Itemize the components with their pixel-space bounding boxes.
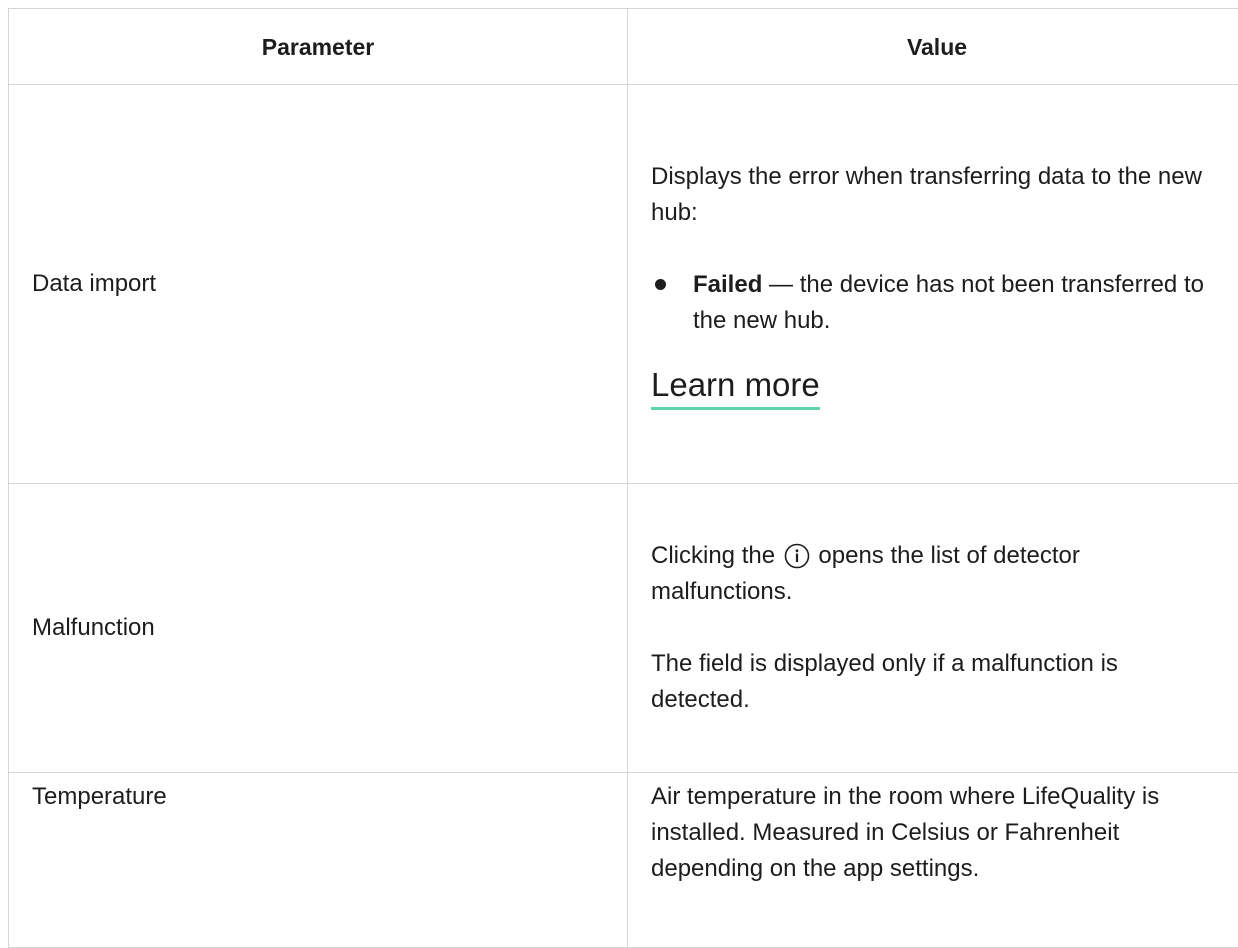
bullet-dot-icon bbox=[655, 279, 666, 290]
table-header-row: Parameter Value bbox=[9, 9, 1238, 85]
value-cell-data-import: Displays the error when transferring dat… bbox=[628, 85, 1238, 484]
column-header-value: Value bbox=[628, 9, 1238, 85]
value-cell-temperature: Air temperature in the room where LifeQu… bbox=[628, 773, 1238, 948]
bullet-status-label: Failed bbox=[693, 271, 762, 298]
value-cell-malfunction: Clicking the opens the list of detector … bbox=[628, 484, 1238, 773]
text-before-icon: Clicking the bbox=[651, 542, 782, 569]
param-cell-data-import: Data import bbox=[9, 85, 628, 484]
parameters-table: Parameter Value Data import Displays the… bbox=[8, 8, 1238, 948]
column-header-parameter: Parameter bbox=[9, 9, 628, 85]
learn-more-link[interactable]: Learn more bbox=[651, 365, 820, 410]
bullet-description: — the device has not been transferred to… bbox=[693, 271, 1204, 334]
value-intro-text: Displays the error when transferring dat… bbox=[651, 159, 1223, 231]
param-cell-temperature: Temperature bbox=[9, 773, 628, 948]
bullet-list: Failed — the device has not been transfe… bbox=[651, 267, 1223, 339]
table-row-data-import: Data import Displays the error when tran… bbox=[9, 85, 1238, 484]
malfunction-description: Clicking the opens the list of detector … bbox=[651, 538, 1223, 610]
table-row-malfunction: Malfunction Clicking the opens the list … bbox=[9, 484, 1238, 773]
param-cell-malfunction: Malfunction bbox=[9, 484, 628, 773]
table-row-temperature: Temperature Air temperature in the room … bbox=[9, 773, 1238, 948]
list-item: Failed — the device has not been transfe… bbox=[651, 267, 1223, 339]
malfunction-note: The field is displayed only if a malfunc… bbox=[651, 646, 1223, 718]
info-icon[interactable] bbox=[784, 543, 810, 569]
